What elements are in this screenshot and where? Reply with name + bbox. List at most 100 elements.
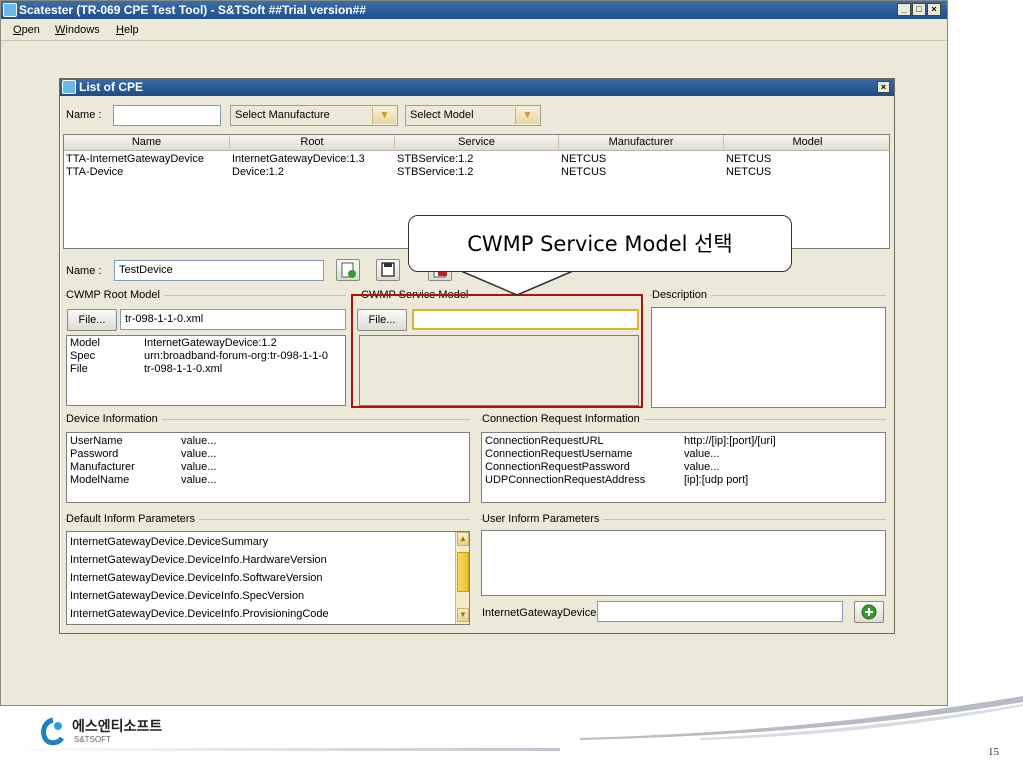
user-inform-title: User Inform Parameters <box>482 513 604 525</box>
menu-help[interactable]: Help <box>116 24 139 36</box>
root-model-title: CWMP Root Model <box>66 289 164 301</box>
cell-service: STBService:1.2 <box>397 153 474 165</box>
list-item[interactable]: InternetGatewayDevice.DeviceInfo.Provisi… <box>70 605 329 623</box>
device-info-value: value... <box>181 474 217 486</box>
connection-info-value: [ip]:[udp port] <box>684 474 749 486</box>
column-header-name[interactable]: Name <box>64 135 230 151</box>
table-row[interactable]: ConnectionRequestPassword value... <box>482 461 885 473</box>
table-row[interactable]: UserName value... <box>67 435 469 447</box>
manufacturer-select-value: Select Manufacture <box>235 109 330 121</box>
column-header-manufacturer[interactable]: Manufacturer <box>559 135 724 151</box>
new-document-icon <box>341 262 356 278</box>
connection-info-key: ConnectionRequestPassword <box>485 461 630 473</box>
slide-footer-line <box>0 748 560 751</box>
scrollbar-thumb[interactable] <box>457 552 469 592</box>
app-titlebar[interactable]: Scatester (TR-069 CPE Test Tool) - S&TSo… <box>1 1 947 19</box>
maximize-button[interactable]: □ <box>912 3 926 16</box>
app-title: Scatester (TR-069 CPE Test Tool) - S&TSo… <box>19 3 366 17</box>
add-icon <box>861 604 877 620</box>
cell-root: Device:1.2 <box>232 166 284 178</box>
root-model-key: Spec <box>70 350 96 362</box>
connection-info-title: Connection Request Information <box>482 413 644 425</box>
list-item[interactable]: InternetGatewayDevice.DeviceInfo.Hardwar… <box>70 551 327 569</box>
device-info-value: value... <box>181 435 217 447</box>
connection-info-key: ConnectionRequestUsername <box>485 448 633 460</box>
cell-model: NETCUS <box>726 166 772 178</box>
table-row[interactable]: Manufacturer value... <box>67 461 469 473</box>
app-window: Scatester (TR-069 CPE Test Tool) - S&TSo… <box>0 0 948 706</box>
scroll-up-icon[interactable]: ▲ <box>457 532 469 546</box>
connection-info-key: UDPConnectionRequestAddress <box>485 474 646 486</box>
scroll-down-icon[interactable]: ▼ <box>457 608 469 622</box>
column-header-root[interactable]: Root <box>230 135 395 151</box>
device-info-key: Manufacturer <box>70 461 135 473</box>
logo-subtext: S&TSOFT <box>74 735 111 744</box>
root-model-value: tr-098-1-1-0.xml <box>144 363 223 375</box>
page-number: 15 <box>988 746 999 758</box>
chevron-down-icon[interactable]: ▼ <box>515 107 539 124</box>
device-info-key: UserName <box>70 435 123 447</box>
dialog-icon <box>62 80 76 94</box>
device-info-value: value... <box>181 461 217 473</box>
save-icon <box>381 262 395 277</box>
table-row[interactable]: Password value... <box>67 448 469 460</box>
default-inform-list: InternetGatewayDevice.DeviceSummary Inte… <box>66 531 470 625</box>
device-info-table: UserName value... Password value... Manu… <box>66 432 470 503</box>
device-name-label: Name : <box>66 265 102 277</box>
dialog-close-button[interactable]: × <box>877 81 890 93</box>
cell-name: TTA-InternetGatewayDevice <box>66 153 204 165</box>
table-row[interactable]: ConnectionRequestURL http://[ip]:[port]/… <box>482 435 885 447</box>
table-row[interactable]: UDPConnectionRequestAddress [ip]:[udp po… <box>482 474 885 486</box>
device-info-key: Password <box>70 448 119 460</box>
chevron-down-icon[interactable]: ▼ <box>372 107 396 124</box>
default-inform-title: Default Inform Parameters <box>66 513 199 525</box>
root-model-info-panel: Model InternetGatewayDevice:1.2 Spec urn… <box>66 335 346 406</box>
window-controls: _ □ × <box>897 3 941 16</box>
model-select-value: Select Model <box>410 109 474 121</box>
table-row[interactable]: ModelName value... <box>67 474 469 486</box>
save-button[interactable] <box>376 259 400 281</box>
list-item[interactable]: InternetGatewayDevice.DeviceSummary <box>70 533 268 551</box>
column-header-model[interactable]: Model <box>724 135 889 151</box>
dialog-title: List of CPE <box>79 80 144 94</box>
logo-mark-icon <box>41 717 65 746</box>
model-select[interactable]: Select Model ▼ <box>405 105 541 126</box>
root-model-key: File <box>70 363 88 375</box>
filter-name-label: Name : <box>66 109 102 121</box>
list-item[interactable]: InternetGatewayDevice.DeviceInfo.Softwar… <box>70 569 323 587</box>
filter-name-input[interactable] <box>113 105 221 126</box>
device-info-key: ModelName <box>70 474 130 486</box>
column-header-service[interactable]: Service <box>395 135 559 151</box>
menu-windows[interactable]: Windows <box>55 24 100 36</box>
default-inform-scrollbar[interactable]: ▲ ▼ <box>455 532 469 624</box>
dialog-titlebar[interactable]: List of CPE × <box>60 79 894 96</box>
root-model-key: Model <box>70 337 100 349</box>
cell-manufacturer: NETCUS <box>561 153 607 165</box>
add-parameter-button[interactable] <box>854 601 884 623</box>
table-row[interactable]: ConnectionRequestUsername value... <box>482 448 885 460</box>
list-item[interactable]: InternetGatewayDevice.DeviceInfo.SpecVer… <box>70 587 304 605</box>
callout-bubble: CWMP Service Model 선택 <box>408 215 792 272</box>
minimize-button[interactable]: _ <box>897 3 911 16</box>
device-info-value: value... <box>181 448 217 460</box>
menubar: Open Windows Help <box>1 20 947 41</box>
user-inform-list[interactable] <box>481 530 886 596</box>
cell-root: InternetGatewayDevice:1.3 <box>232 153 365 165</box>
user-inform-input[interactable] <box>597 601 843 622</box>
device-name-input[interactable]: TestDevice <box>114 260 324 281</box>
root-model-file-input[interactable]: tr-098-1-1-0.xml <box>120 309 346 330</box>
description-title: Description <box>652 289 712 301</box>
menu-open[interactable]: Open <box>13 24 40 36</box>
cell-service: STBService:1.2 <box>397 166 474 178</box>
description-textarea[interactable] <box>651 307 886 408</box>
table-row[interactable]: TTA-Device Device:1.2 STBService:1.2 NET… <box>64 166 889 178</box>
cpe-table-header: Name Root Service Manufacturer Model <box>64 135 889 151</box>
connection-info-key: ConnectionRequestURL <box>485 435 604 447</box>
user-inform-prefix: InternetGatewayDevice. <box>482 607 600 619</box>
manufacturer-select[interactable]: Select Manufacture ▼ <box>230 105 398 126</box>
table-row[interactable]: TTA-InternetGatewayDevice InternetGatewa… <box>64 153 889 165</box>
close-button[interactable]: × <box>927 3 941 16</box>
root-model-file-button[interactable]: File... <box>67 309 117 331</box>
connection-info-table: ConnectionRequestURL http://[ip]:[port]/… <box>481 432 886 503</box>
new-device-button[interactable] <box>336 259 360 281</box>
